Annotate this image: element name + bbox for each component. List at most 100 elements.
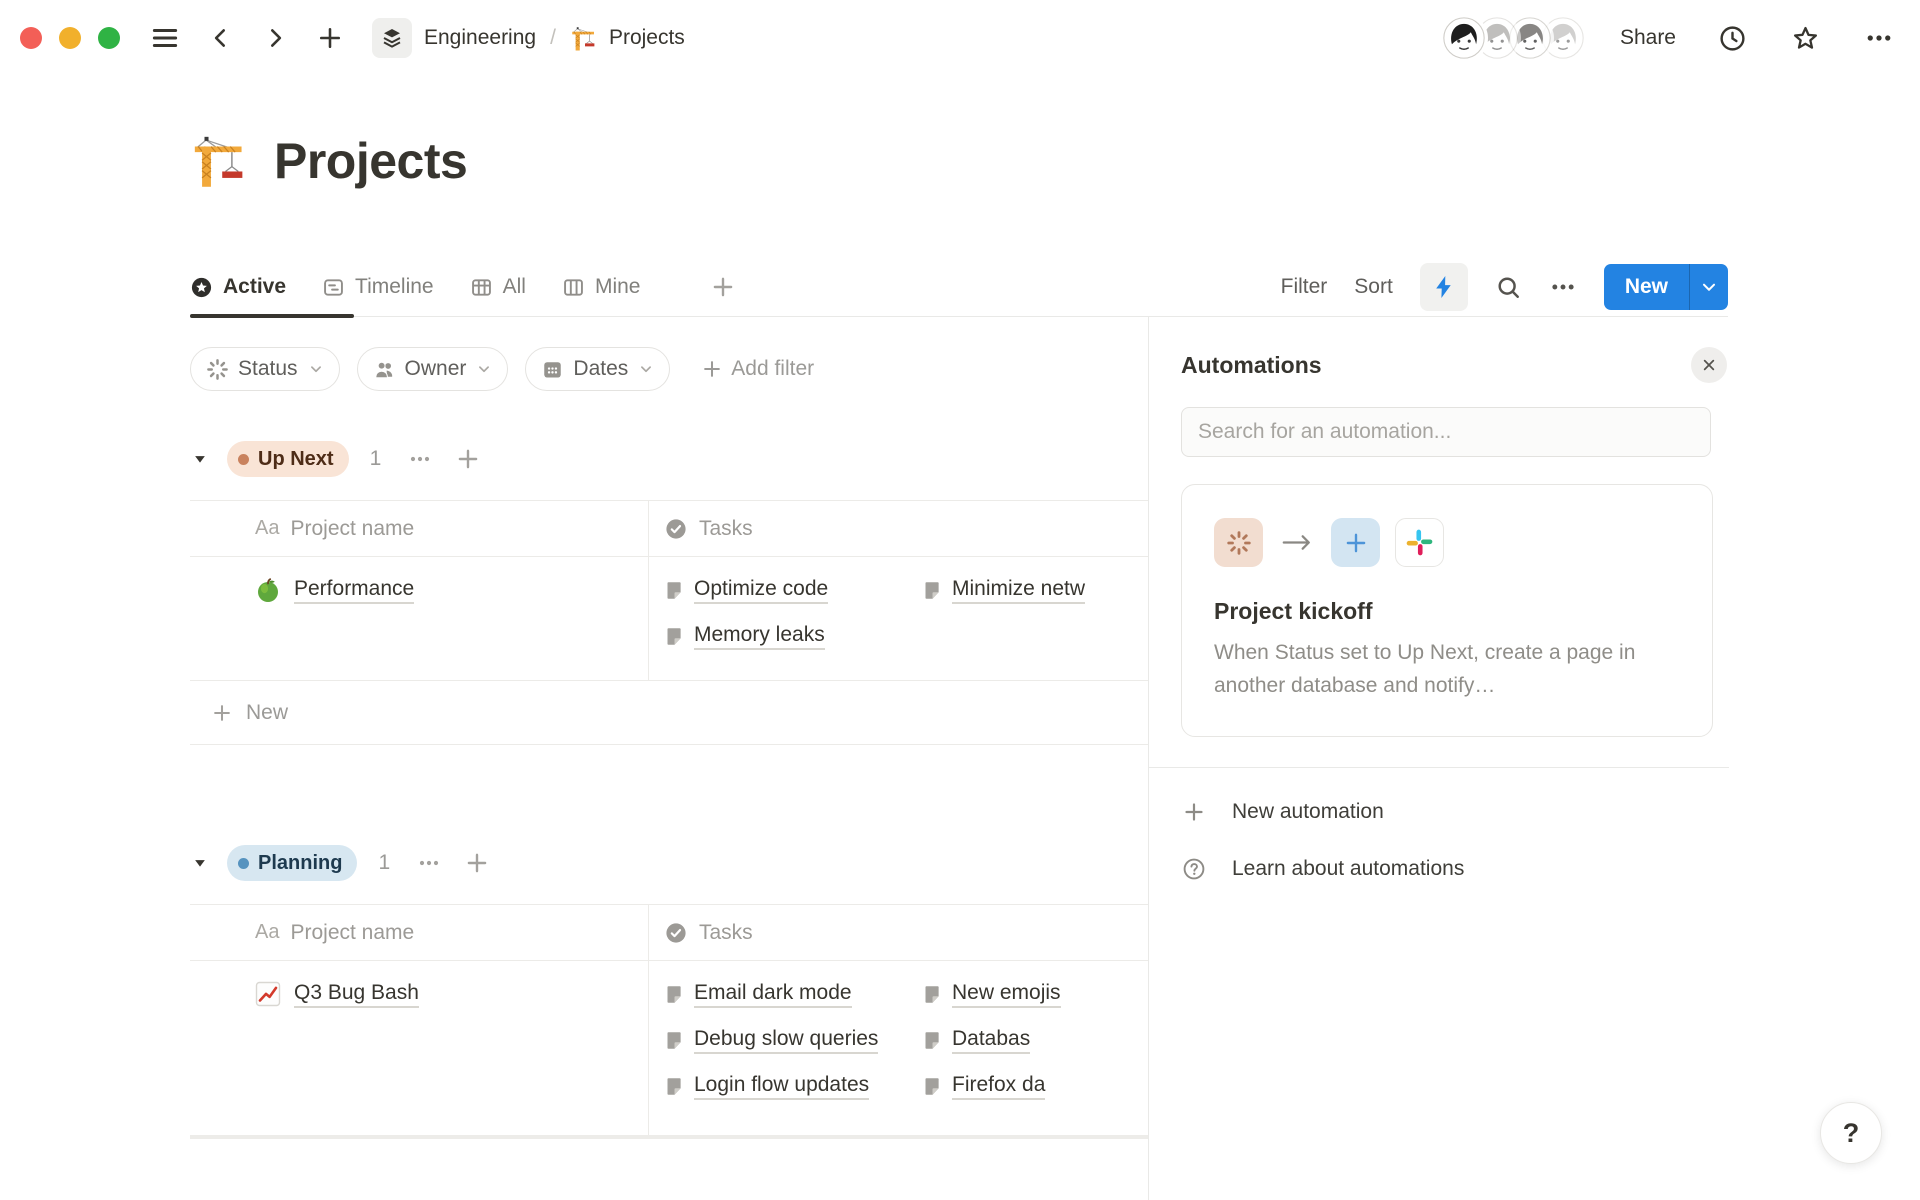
chevron-down-icon: [307, 360, 325, 378]
group-add-button[interactable]: [464, 850, 490, 876]
new-button[interactable]: New: [1604, 264, 1689, 310]
column-label: Tasks: [699, 517, 753, 541]
green-apple-icon: [254, 576, 282, 604]
automation-search-input[interactable]: [1181, 407, 1711, 457]
plus-icon: [1181, 800, 1207, 824]
teamspace-icon[interactable]: [372, 18, 412, 58]
minimize-window-button[interactable]: [59, 27, 81, 49]
task-link[interactable]: Optimize code: [664, 577, 922, 604]
arrow-right-icon: [1280, 531, 1314, 554]
group-badge[interactable]: Planning: [227, 845, 357, 881]
tab-mine[interactable]: Mine: [562, 275, 641, 299]
help-button[interactable]: ?: [1820, 1102, 1882, 1164]
automations-bolt-button[interactable]: [1420, 263, 1468, 311]
task-link[interactable]: Email dark mode: [664, 981, 922, 1008]
group-name: Up Next: [258, 448, 334, 471]
new-automation-button[interactable]: New automation: [1181, 792, 1705, 832]
automation-card[interactable]: Project kickoff When Status set to Up Ne…: [1181, 484, 1713, 737]
add-page-action-icon: [1331, 518, 1380, 567]
page-title[interactable]: Projects: [274, 132, 467, 190]
page-icon: [922, 984, 943, 1005]
task-link[interactable]: Debug slow queries: [664, 1027, 922, 1054]
filter-chip-dates[interactable]: Dates: [525, 347, 670, 391]
status-dot: [238, 858, 249, 869]
collapse-triangle-icon[interactable]: [190, 853, 210, 873]
chip-label: Status: [238, 357, 298, 381]
close-icon: [1699, 355, 1719, 375]
tab-active[interactable]: Active: [190, 275, 286, 299]
star-badge-icon: [190, 276, 213, 299]
learn-about-automations-button[interactable]: Learn about automations: [1181, 849, 1705, 889]
add-filter-button[interactable]: Add filter: [701, 357, 814, 381]
page-crane-icon[interactable]: [190, 132, 248, 190]
column-header-project-name[interactable]: Aa Project name: [190, 501, 648, 556]
collaborator-avatars: [1443, 17, 1584, 59]
window-controls: [20, 27, 120, 49]
people-icon: [373, 358, 396, 381]
plus-icon: [211, 702, 233, 724]
close-window-button[interactable]: [20, 27, 42, 49]
group-add-button[interactable]: [455, 446, 481, 472]
filter-chip-status[interactable]: Status: [190, 347, 340, 391]
close-panel-button[interactable]: [1691, 347, 1727, 383]
timeline-icon: [322, 276, 345, 299]
new-tab-button[interactable]: [316, 24, 344, 52]
project-name-cell[interactable]: Performance: [190, 557, 648, 680]
sidebar-toggle-button[interactable]: [150, 23, 180, 53]
window-titlebar: Engineering / Projects Share: [0, 0, 1920, 76]
tab-all[interactable]: All: [470, 275, 526, 299]
tab-label: Mine: [595, 275, 641, 299]
tab-timeline[interactable]: Timeline: [322, 275, 434, 299]
project-link[interactable]: Performance: [294, 577, 414, 604]
group-badge[interactable]: Up Next: [227, 441, 349, 477]
favorite-star-button[interactable]: [1791, 24, 1820, 53]
page-icon: [664, 1076, 685, 1097]
status-trigger-icon: [1214, 518, 1263, 567]
column-label: Tasks: [699, 921, 753, 945]
panel-divider: [1149, 767, 1729, 768]
group-more-button[interactable]: [408, 447, 432, 471]
breadcrumb: Engineering / Projects: [372, 18, 685, 58]
project-name-cell[interactable]: Q3 Bug Bash: [190, 961, 648, 1135]
navigate-back-button[interactable]: [208, 25, 234, 51]
share-button[interactable]: Share: [1620, 26, 1676, 50]
task-link[interactable]: Memory leaks: [664, 623, 922, 650]
page-icon: [664, 580, 685, 601]
chevron-down-icon: [637, 360, 655, 378]
chart-increasing-icon: [254, 980, 282, 1008]
table-grid-icon: [470, 276, 493, 299]
view-tabbar: Active Timeline All Mine Filter Sort: [190, 258, 1728, 317]
page-icon: [664, 1030, 685, 1051]
status-burst-icon: [206, 358, 229, 381]
view-options-icon[interactable]: [1549, 273, 1577, 301]
group-header-up-next: Up Next 1: [190, 441, 481, 477]
page-icon: [664, 626, 685, 647]
navigate-forward-button[interactable]: [262, 25, 288, 51]
updates-clock-button[interactable]: [1718, 24, 1747, 53]
sort-button[interactable]: Sort: [1354, 275, 1393, 299]
group-more-button[interactable]: [417, 851, 441, 875]
more-options-button[interactable]: [1864, 23, 1894, 53]
search-icon[interactable]: [1495, 274, 1522, 301]
page-header: Projects: [190, 132, 467, 190]
text-type-icon: Aa: [255, 921, 279, 944]
task-link[interactable]: Login flow updates: [664, 1073, 922, 1100]
breadcrumb-workspace[interactable]: Engineering: [424, 26, 536, 50]
project-link[interactable]: Q3 Bug Bash: [294, 981, 419, 1008]
group-name: Planning: [258, 852, 342, 875]
tab-label: Active: [223, 275, 286, 299]
page-icon: [922, 1030, 943, 1051]
column-header-project-name[interactable]: Aa Project name: [190, 905, 648, 960]
breadcrumb-page[interactable]: Projects: [609, 26, 685, 50]
chip-label: Dates: [573, 357, 628, 381]
filter-chip-owner[interactable]: Owner: [357, 347, 509, 391]
status-dot: [238, 454, 249, 465]
add-view-button[interactable]: [710, 274, 736, 300]
zoom-window-button[interactable]: [98, 27, 120, 49]
new-button-dropdown[interactable]: [1690, 264, 1728, 310]
filter-button[interactable]: Filter: [1281, 275, 1328, 299]
collapse-triangle-icon[interactable]: [190, 449, 210, 469]
tab-label: Timeline: [355, 275, 434, 299]
avatar[interactable]: [1443, 17, 1485, 59]
breadcrumb-separator: /: [550, 26, 556, 50]
